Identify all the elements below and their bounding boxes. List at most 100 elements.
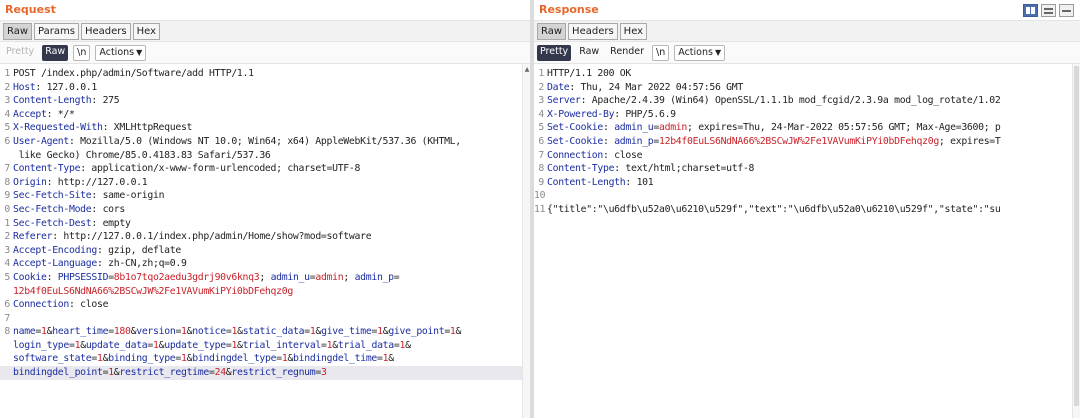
line-number: 8 — [538, 163, 544, 175]
chevron-down-icon: ▼ — [714, 47, 722, 57]
line-number: 4 — [4, 108, 10, 120]
line-text: Sec-Fetch-Site: same-origin — [13, 190, 165, 202]
split-vertical-icon[interactable] — [1041, 4, 1056, 17]
code-line: 4 X-Powered-By: PHP/5.6.9 — [534, 108, 1080, 122]
line-number: 7 — [4, 312, 10, 324]
code-line: 7 — [0, 312, 530, 326]
actions-menu[interactable]: Actions ▼ — [95, 44, 147, 61]
line-text: Set-Cookie: admin_p=12b4f0EuLS6NdNA66%2B… — [547, 135, 1001, 147]
newline-toggle[interactable]: \n — [652, 44, 670, 61]
line-text: HTTP/1.1 200 OK — [547, 68, 631, 79]
line-number: 1 — [4, 68, 10, 79]
line-text: Accept: */* — [13, 108, 75, 120]
split-horizontal-icon[interactable] — [1023, 4, 1038, 17]
line-number: 9 — [4, 190, 10, 202]
line-number: 11 — [534, 203, 546, 215]
tab-hex[interactable]: Hex — [619, 23, 648, 40]
line-number: 4 — [4, 258, 10, 270]
request-editor[interactable]: 1 POST /index.php/admin/Software/add HTTP… — [0, 64, 530, 418]
line-text: Server: Apache/2.4.39 (Win64) OpenSSL/1.… — [547, 95, 1001, 107]
line-text: Host: 127.0.0.1 — [13, 81, 97, 93]
line-text: software_state=1&binding_type=1&bindingd… — [13, 353, 394, 365]
response-editor[interactable]: 1 HTTP/1.1 200 OK 2 Date: Thu, 24 Mar 2022 … — [534, 64, 1080, 418]
line-text: Set-Cookie: admin_u=admin; expires=Thu, … — [547, 122, 1001, 134]
code-line: 1 POST /index.php/admin/Software/add HTTP… — [0, 67, 530, 81]
code-line: 8 name=1&heart_time=180&version=1&notice=… — [0, 325, 530, 339]
line-text: Sec-Fetch-Mode: cors — [13, 203, 125, 215]
scrollbar-thumb[interactable] — [1074, 66, 1079, 406]
line-text: like Gecko) Chrome/85.0.4183.83 Safari/5… — [13, 149, 271, 161]
line-number: 7 — [538, 149, 544, 161]
tab-hex[interactable]: Hex — [132, 23, 160, 40]
line-number: 1 — [4, 217, 10, 229]
line-text: Sec-Fetch-Dest: empty — [13, 217, 131, 229]
line-number: 9 — [538, 176, 544, 188]
line-number: 8 — [4, 176, 10, 188]
line-number — [0, 149, 12, 163]
line-text: {"title":"\u6dfb\u52a0\u6210\u529f","tex… — [547, 203, 1001, 215]
tab-headers[interactable]: Headers — [568, 23, 618, 40]
line-number: 2 — [538, 81, 544, 93]
line-number: 8 — [4, 326, 10, 338]
code-line: 9 Sec-Fetch-Site: same-origin — [0, 189, 530, 203]
line-text: login_type=1&update_data=1&update_type=1… — [13, 339, 411, 351]
line-text: POST /index.php/admin/Software/add HTTP/… — [13, 68, 254, 79]
pretty-button[interactable]: Pretty — [3, 45, 37, 61]
code-line: 12b4f0EuLS6NdNA66%2BSCwJW%2Fe1VAVumKiPYi… — [0, 285, 530, 299]
newline-toggle[interactable]: \n — [73, 44, 91, 61]
tab-params[interactable]: Params — [34, 23, 79, 40]
request-tabs: Raw Params Headers Hex — [0, 20, 530, 42]
line-text: X-Requested-With: XMLHttpRequest — [13, 122, 193, 134]
line-text: Content-Type: application/x-www-form-url… — [13, 163, 361, 175]
code-line: 8 Origin: http://127.0.0.1 — [0, 176, 530, 190]
code-line: 4 Accept: */* — [0, 108, 530, 122]
raw-button[interactable]: Raw — [576, 45, 602, 61]
actions-menu[interactable]: Actions ▼ — [674, 44, 726, 61]
code-line: 1 Sec-Fetch-Dest: empty — [0, 217, 530, 231]
line-number: 5 — [538, 122, 544, 134]
line-text: Content-Length: 275 — [13, 95, 120, 107]
code-line: 6 User-Agent: Mozilla/5.0 (Windows NT 10.… — [0, 135, 530, 149]
line-number: 6 — [4, 299, 10, 311]
line-number: 3 — [4, 95, 10, 107]
code-line: 4 Accept-Language: zh-CN,zh;q=0.9 — [0, 257, 530, 271]
pretty-button[interactable]: Pretty — [537, 44, 572, 61]
line-text: Referer: http://127.0.0.1/index.php/admi… — [13, 231, 372, 243]
tab-headers[interactable]: Headers — [80, 23, 131, 40]
code-line: 1 HTTP/1.1 200 OK — [534, 67, 1080, 81]
code-line: 11 {"title":"\u6dfb\u52a0\u6210\u529f","t… — [534, 203, 1080, 217]
line-text: User-Agent: Mozilla/5.0 (Windows NT 10.0… — [13, 135, 461, 147]
single-pane-icon[interactable] — [1059, 4, 1074, 17]
line-number — [0, 366, 12, 380]
line-text: 12b4f0EuLS6NdNA66%2BSCwJW%2Fe1VAVumKiPYi… — [13, 285, 293, 297]
line-text — [546, 189, 1080, 203]
tab-raw[interactable]: Raw — [537, 23, 567, 40]
line-text: Origin: http://127.0.0.1 — [13, 176, 148, 188]
response-pane: Response Raw Headers Hex Pretty Raw Rend… — [534, 0, 1080, 418]
tab-raw[interactable]: Raw — [3, 23, 33, 40]
line-text: Connection: close — [13, 299, 109, 311]
raw-button[interactable]: Raw — [42, 44, 69, 61]
actions-label: Actions — [99, 46, 135, 58]
code-line: 3 Server: Apache/2.4.39 (Win64) OpenSSL/1… — [534, 94, 1080, 108]
line-text: Content-Length: 101 — [547, 176, 654, 188]
request-scrollbar[interactable]: ▲ — [522, 64, 530, 418]
response-scrollbar[interactable] — [1072, 64, 1080, 418]
line-number: 10 — [534, 190, 546, 202]
render-button[interactable]: Render — [607, 45, 647, 61]
line-text: Accept-Encoding: gzip, deflate — [13, 244, 181, 256]
actions-label: Actions — [678, 46, 713, 58]
line-number: 5 — [4, 271, 10, 283]
scroll-up-arrow-icon[interactable]: ▲ — [523, 66, 530, 74]
line-number — [0, 339, 12, 353]
code-line: 6 Connection: close — [0, 298, 530, 312]
line-text — [12, 312, 530, 326]
code-line: 7 Connection: close — [534, 149, 1080, 163]
code-line: software_state=1&binding_type=1&bindingd… — [0, 352, 530, 366]
code-line: 8 Content-Type: text/html;charset=utf-8 — [534, 162, 1080, 176]
response-toolbar: Pretty Raw Render \n Actions ▼ — [534, 42, 1080, 64]
code-line: bindingdel_point=1&restrict_regtime=24&r… — [0, 366, 530, 380]
line-text: Content-Type: text/html;charset=utf-8 — [547, 163, 755, 175]
line-number: 3 — [4, 244, 10, 256]
code-line: 5 X-Requested-With: XMLHttpRequest — [0, 121, 530, 135]
